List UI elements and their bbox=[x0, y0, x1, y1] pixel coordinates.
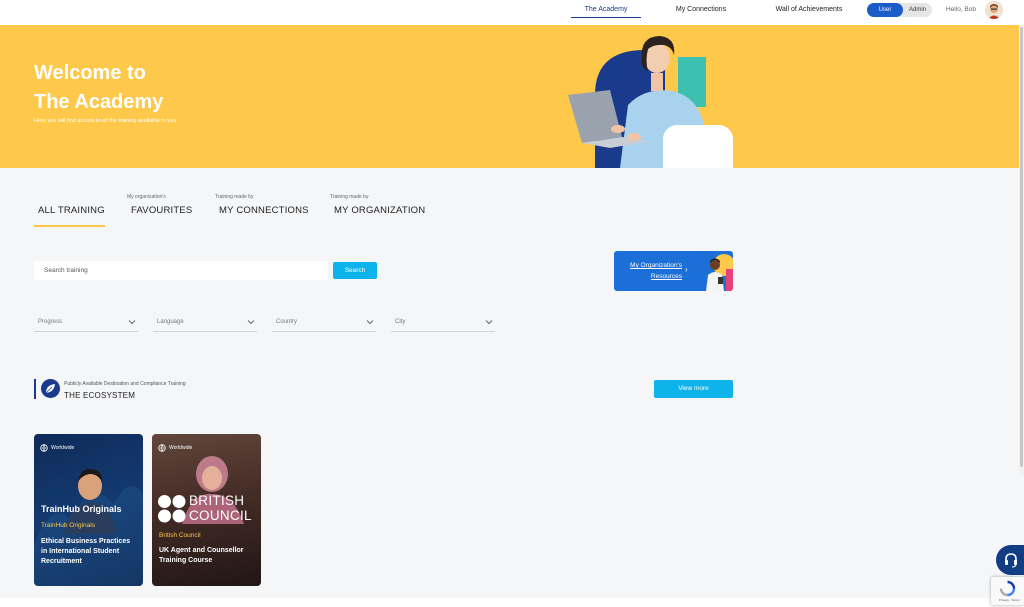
tab-favourites[interactable]: FAVOURITES bbox=[131, 205, 192, 216]
resources-card-line-1: My Organization's bbox=[630, 262, 682, 269]
hero-title-line-1: Welcome to bbox=[34, 62, 146, 84]
recaptcha-icon bbox=[999, 580, 1016, 597]
tab-my-organization[interactable]: MY ORGANIZATION bbox=[334, 205, 425, 216]
search-input[interactable] bbox=[34, 261, 328, 280]
nav-tab-my-connections[interactable]: My Connections bbox=[664, 0, 738, 18]
british-council-wordmark: BRITISH COUNCIL bbox=[189, 493, 252, 523]
ecosystem-title: THE ECOSYSTEM bbox=[64, 391, 136, 400]
course-provider: TrainHub Originals bbox=[41, 522, 95, 529]
tab-my-connections[interactable]: MY CONNECTIONS bbox=[219, 205, 309, 216]
progress-filter-label: Progress bbox=[38, 319, 63, 325]
tab-my-connections-caption: Training made by bbox=[215, 194, 254, 200]
location-badge: Worldwide bbox=[40, 443, 78, 453]
british-council-dots-logo bbox=[158, 495, 186, 523]
chevron-down-icon bbox=[366, 320, 374, 325]
tab-my-organization-caption: Training made by bbox=[330, 194, 369, 200]
tab-favourites-caption: My organization's bbox=[127, 194, 166, 200]
language-filter-label: Language bbox=[157, 319, 184, 325]
recaptcha-terms[interactable]: Privacy - Terms bbox=[999, 598, 1020, 602]
course-card-uk-agent[interactable]: Worldwide BRITISH COUNCIL British Counci… bbox=[152, 434, 261, 586]
course-title: Ethical Business Practices in Internatio… bbox=[41, 538, 131, 565]
hero-decor-block bbox=[663, 125, 733, 168]
role-toggle[interactable]: User Admin bbox=[867, 3, 932, 17]
course-title: UK Agent and Counsellor Training Course bbox=[159, 547, 244, 564]
active-tab-underline bbox=[34, 225, 105, 227]
country-filter-label: Country bbox=[276, 319, 298, 325]
ecosystem-accent-bar bbox=[34, 379, 36, 399]
page-scrollbar-thumb[interactable] bbox=[1020, 27, 1023, 467]
hero-subtitle: Here you will find access to all the tra… bbox=[34, 118, 177, 124]
course-provider: British Council bbox=[159, 532, 201, 539]
brand-line-2: COUNCIL bbox=[189, 507, 252, 523]
role-user-option[interactable]: User bbox=[867, 3, 903, 17]
search-button[interactable]: Search bbox=[333, 262, 377, 279]
nav-tab-wall-of-achievements[interactable]: Wall of Achievements bbox=[767, 0, 851, 18]
language-filter-dropdown[interactable]: Language bbox=[153, 314, 257, 332]
brand-line-1: BRITISH bbox=[189, 493, 245, 508]
hero-title-line-2: The Academy bbox=[34, 91, 164, 113]
resources-person-illustration bbox=[706, 254, 733, 291]
progress-filter-dropdown[interactable]: Progress bbox=[34, 314, 138, 332]
support-chat-button[interactable] bbox=[996, 545, 1024, 575]
top-navigation: The Academy My Connections Wall of Achie… bbox=[0, 0, 1024, 25]
headset-icon bbox=[1005, 553, 1017, 568]
greeting-text: Hello, Bob bbox=[946, 6, 976, 13]
city-filter-label: City bbox=[395, 319, 406, 325]
hero-title: Welcome to The Academy bbox=[34, 59, 234, 117]
footer-strip bbox=[0, 598, 1024, 607]
ecosystem-leaf-icon bbox=[41, 379, 60, 398]
globe-icon bbox=[40, 444, 48, 452]
location-badge-label: Worldwide bbox=[169, 445, 193, 451]
nav-tab-the-academy[interactable]: The Academy bbox=[571, 0, 641, 18]
course-card-ethical-business[interactable]: Worldwide TrainHub Originals TrainHub Or… bbox=[34, 434, 143, 586]
globe-icon bbox=[158, 444, 166, 452]
location-badge: Worldwide bbox=[158, 443, 196, 453]
recaptcha-badge[interactable]: Privacy - Terms bbox=[991, 577, 1024, 605]
ecosystem-caption: Publicly Available Destination and Compl… bbox=[64, 381, 186, 387]
role-admin-option[interactable]: Admin bbox=[903, 3, 932, 17]
resources-card-label: My Organization's Resources bbox=[614, 260, 682, 282]
course-brand-logo: TrainHub Originals bbox=[41, 504, 122, 514]
location-badge-label: Worldwide bbox=[51, 445, 75, 451]
resources-card-line-2: Resources bbox=[650, 273, 682, 280]
chevron-down-icon bbox=[128, 320, 136, 325]
city-filter-dropdown[interactable]: City bbox=[391, 314, 495, 332]
user-avatar[interactable] bbox=[985, 1, 1003, 19]
organization-resources-card[interactable]: My Organization's Resources › bbox=[614, 251, 733, 291]
hero-banner: Welcome to The Academy Here you will fin… bbox=[0, 25, 1024, 168]
chevron-right-icon: › bbox=[685, 265, 688, 274]
view-more-button[interactable]: View more bbox=[654, 380, 733, 398]
chevron-down-icon bbox=[247, 320, 255, 325]
chevron-down-icon bbox=[485, 320, 493, 325]
country-filter-dropdown[interactable]: Country bbox=[272, 314, 376, 332]
tab-all-training[interactable]: ALL TRAINING bbox=[38, 205, 105, 216]
